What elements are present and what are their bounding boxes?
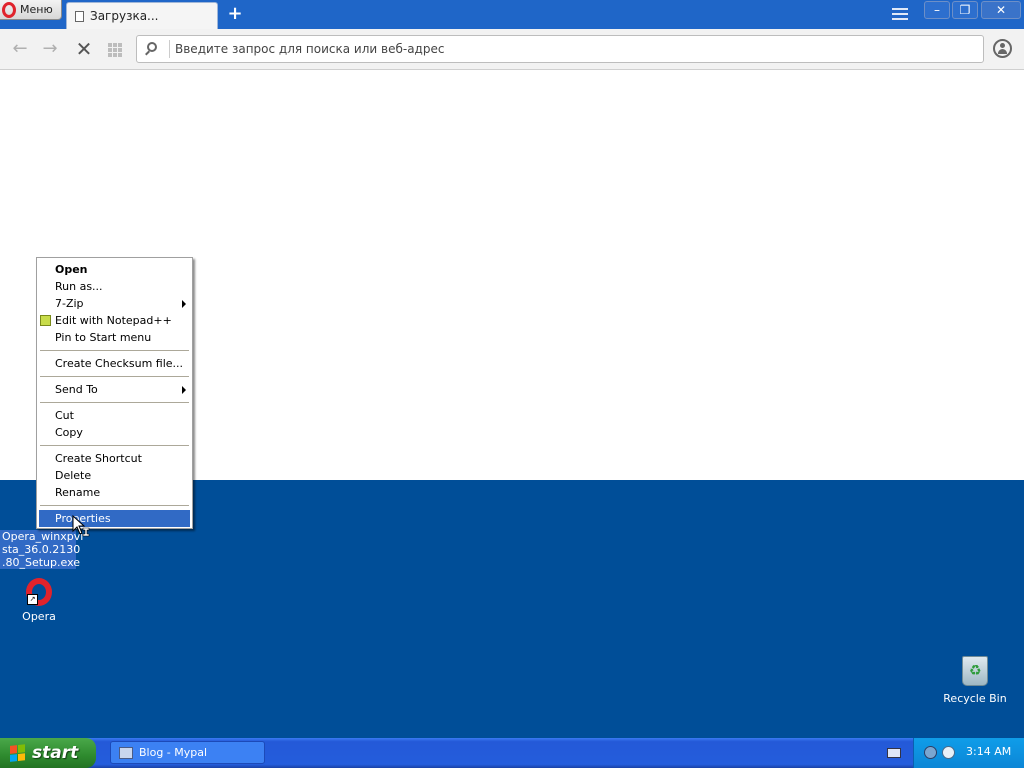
file-label-line-3: .80_Setup.exe [0, 556, 81, 569]
opera-logo-icon [2, 1, 16, 18]
menu-separator [40, 376, 189, 377]
menu-item-pin-to-start[interactable]: Pin to Start menu [37, 329, 192, 346]
search-icon [147, 42, 157, 52]
submenu-arrow-icon [182, 300, 186, 308]
opera-icon: ↗ [26, 578, 52, 606]
taskbar: start Blog - Mypal 3:14 AM [0, 738, 1024, 768]
opera-shortcut[interactable]: ↗ Opera [14, 578, 64, 623]
address-bar[interactable] [136, 35, 984, 63]
menu-item-create-shortcut[interactable]: Create Shortcut [37, 450, 192, 467]
keyboard-icon[interactable] [887, 748, 901, 758]
menu-item-edit-with-notepad[interactable]: Edit with Notepad++ [37, 312, 192, 329]
opera-shortcut-label: Opera [22, 610, 56, 623]
taskbar-item-blog-mypal[interactable]: Blog - Mypal [110, 741, 265, 764]
tab-bar: Меню Загрузка... + – ❐ ✕ [0, 0, 1024, 29]
maximize-button[interactable]: ❐ [952, 1, 978, 19]
address-divider [169, 40, 170, 58]
network-icon[interactable] [924, 746, 937, 759]
start-label: start [32, 743, 79, 763]
menu-item-label: Open [55, 263, 88, 276]
menu-item-properties[interactable]: Properties [39, 510, 190, 527]
menu-item-label: Edit with Notepad++ [55, 314, 172, 327]
speed-dial-icon[interactable] [106, 39, 126, 59]
start-button[interactable]: start [0, 738, 96, 768]
opera-menu-button[interactable]: Меню [0, 0, 62, 20]
recycle-bin[interactable]: ♻ Recycle Bin [940, 656, 1010, 705]
menu-item-cut[interactable]: Cut [37, 407, 192, 424]
shortcut-arrow-icon: ↗ [27, 594, 38, 605]
menu-item-label: Send To [55, 383, 98, 396]
menu-item-label: Create Checksum file... [55, 357, 184, 370]
windows-flag-icon [10, 744, 26, 762]
address-input[interactable] [175, 38, 965, 60]
menu-label: Меню [20, 3, 53, 16]
close-button[interactable]: ✕ [981, 1, 1021, 19]
menu-separator [40, 505, 189, 506]
recycle-bin-label: Recycle Bin [943, 692, 1007, 705]
menu-item-label: Pin to Start menu [55, 331, 152, 344]
file-label-line-2: sta_36.0.2130 [0, 543, 81, 556]
menu-separator [40, 350, 189, 351]
menu-item-label: Delete [55, 469, 92, 482]
mypal-icon [119, 746, 133, 759]
tab-loading[interactable]: Загрузка... [66, 2, 218, 29]
system-tray: 3:14 AM [913, 738, 1024, 768]
menu-item-label: Copy [55, 426, 83, 439]
clock[interactable]: 3:14 AM [966, 745, 1011, 758]
menu-item-label: Rename [55, 486, 101, 499]
back-arrow-icon[interactable]: ← [10, 39, 30, 59]
tab-title: Загрузка... [90, 9, 159, 23]
menu-item-7zip[interactable]: 7-Zip [37, 295, 192, 312]
security-icon[interactable] [942, 746, 955, 759]
menu-item-delete[interactable]: Delete [37, 467, 192, 484]
recycle-bin-icon: ♻ [962, 656, 988, 686]
menu-item-create-checksum[interactable]: Create Checksum file... [37, 355, 192, 372]
menu-item-open[interactable]: Open [37, 261, 192, 278]
menu-separator [40, 402, 189, 403]
forward-arrow-icon[interactable]: → [40, 39, 60, 59]
browser-toolbar: ← → ✕ [0, 29, 1024, 70]
tab-menu-icon[interactable] [892, 8, 908, 22]
menu-item-copy[interactable]: Copy [37, 424, 192, 441]
menu-separator [40, 445, 189, 446]
menu-item-label: Create Shortcut [55, 452, 142, 465]
new-tab-button[interactable]: + [227, 5, 243, 23]
minimize-button[interactable]: – [924, 1, 950, 19]
menu-item-label: 7-Zip [55, 297, 84, 310]
mouse-cursor-icon [72, 515, 90, 537]
page-icon [75, 10, 84, 22]
file-label-line-1: Opera_winxpvi [0, 530, 84, 543]
submenu-arrow-icon [182, 386, 186, 394]
context-menu: Open Run as... 7-Zip Edit with Notepad++… [36, 257, 193, 529]
setup-file-icon[interactable]: Opera_winxpvi sta_36.0.2130 .80_Setup.ex… [0, 530, 84, 569]
menu-item-run-as[interactable]: Run as... [37, 278, 192, 295]
notepad-plus-plus-icon [40, 315, 51, 326]
menu-item-label: Run as... [55, 280, 103, 293]
task-label: Blog - Mypal [139, 746, 208, 759]
stop-icon[interactable]: ✕ [74, 39, 94, 59]
menu-item-label: Cut [55, 409, 74, 422]
menu-item-send-to[interactable]: Send To [37, 381, 192, 398]
menu-item-rename[interactable]: Rename [37, 484, 192, 501]
profile-icon[interactable] [993, 39, 1012, 58]
